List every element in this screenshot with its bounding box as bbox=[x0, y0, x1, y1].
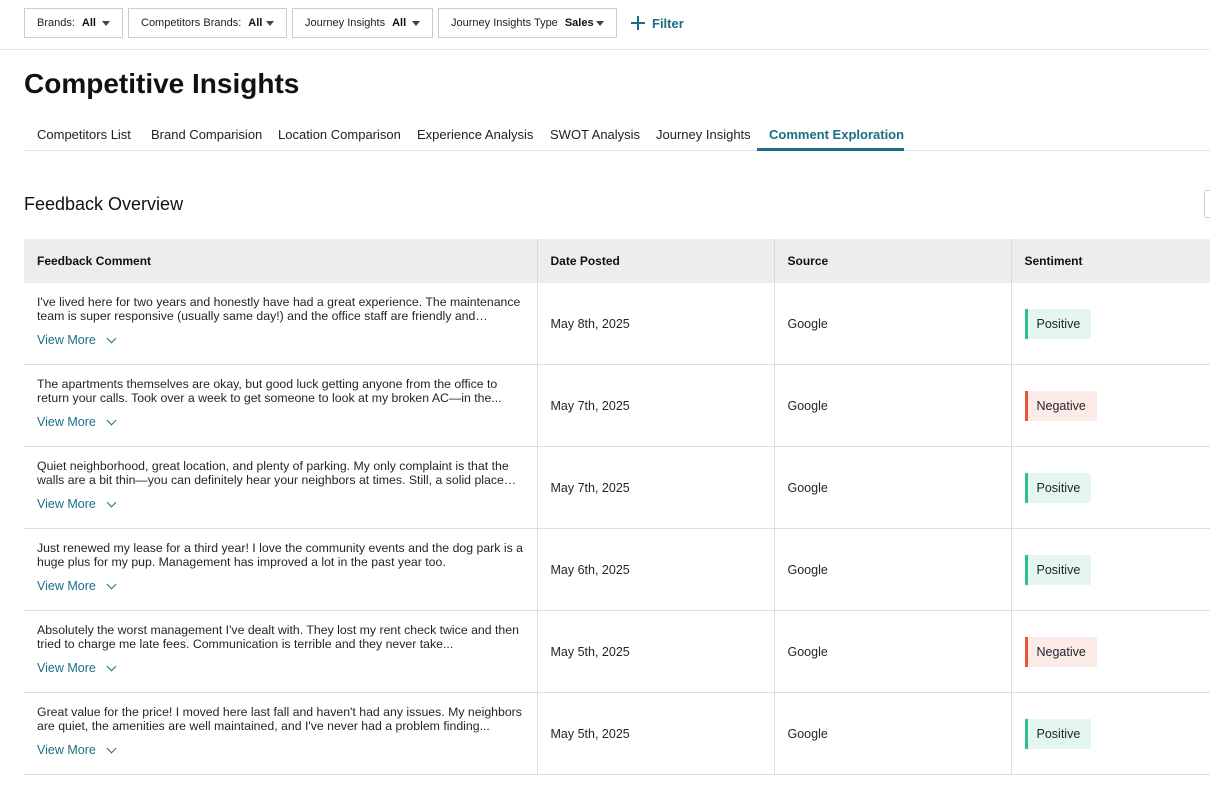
table-row: Quiet neighborhood, great location, and … bbox=[24, 446, 1210, 529]
journey-insights-type-filter-dropdown[interactable]: Journey Insights Type Sales bbox=[438, 8, 617, 38]
feedback-comment-text: The apartments themselves are okay, but … bbox=[37, 377, 502, 405]
chevron-down-icon bbox=[106, 743, 117, 753]
source-cell: Google bbox=[774, 610, 1012, 693]
date-posted-cell: May 7th, 2025 bbox=[537, 364, 775, 447]
source-cell: Google bbox=[774, 692, 1012, 775]
date-posted-cell: May 8th, 2025 bbox=[537, 283, 775, 365]
tab-swot-analysis[interactable]: SWOT Analysis bbox=[538, 121, 652, 151]
view-more-label: View More bbox=[37, 579, 96, 593]
table-row: I've lived here for two years and honest… bbox=[24, 283, 1210, 365]
export-button[interactable] bbox=[1204, 190, 1210, 218]
filter-label: Competitors Brands: bbox=[141, 17, 242, 29]
table-row: The apartments themselves are okay, but … bbox=[24, 364, 1210, 447]
add-filter-button[interactable]: Filter bbox=[631, 13, 684, 33]
sentiment-cell: Positive bbox=[1011, 446, 1210, 529]
sentiment-cell: Positive bbox=[1011, 528, 1210, 611]
table-row: Absolutely the worst management I've dea… bbox=[24, 610, 1210, 693]
source-cell: Google bbox=[774, 446, 1012, 529]
chevron-down-icon bbox=[106, 333, 117, 343]
date-posted-cell: May 6th, 2025 bbox=[537, 528, 775, 611]
sentiment-badge: Negative bbox=[1024, 636, 1097, 667]
view-more-label: View More bbox=[37, 333, 96, 347]
comment-cell: Quiet neighborhood, great location, and … bbox=[24, 446, 538, 529]
section-title: Feedback Overview bbox=[24, 194, 184, 214]
feedback-comment-text: Great value for the price! I moved here … bbox=[37, 705, 522, 733]
caret-down-icon bbox=[266, 20, 274, 26]
filter-value: All bbox=[248, 17, 263, 29]
caret-down-icon bbox=[102, 20, 110, 26]
feedback-comment-text: Just renewed my lease for a third year! … bbox=[37, 541, 523, 569]
sentiment-cell: Positive bbox=[1011, 692, 1210, 775]
tab-comment-exploration[interactable]: Comment Exploration bbox=[757, 121, 904, 151]
caret-down-icon bbox=[412, 20, 420, 26]
view-more-button[interactable]: View More bbox=[37, 579, 117, 593]
sentiment-cell: Negative bbox=[1011, 610, 1210, 693]
view-more-button[interactable]: View More bbox=[37, 497, 117, 511]
comment-cell: Just renewed my lease for a third year! … bbox=[24, 528, 538, 611]
caret-down-icon bbox=[596, 20, 604, 26]
comment-cell: Great value for the price! I moved here … bbox=[24, 692, 538, 775]
comment-cell: The apartments themselves are okay, but … bbox=[24, 364, 538, 447]
sentiment-cell: Positive bbox=[1011, 283, 1210, 365]
tab-bar: Competitors List Brand Comparision Locat… bbox=[24, 121, 1210, 151]
chevron-down-icon bbox=[106, 661, 117, 671]
sentiment-badge: Positive bbox=[1024, 554, 1092, 585]
feedback-comment-text: I've lived here for two years and honest… bbox=[37, 295, 521, 323]
view-more-button[interactable]: View More bbox=[37, 743, 117, 757]
add-filter-label: Filter bbox=[652, 15, 684, 31]
sentiment-badge: Positive bbox=[1024, 308, 1092, 339]
comment-cell: Absolutely the worst management I've dea… bbox=[24, 610, 538, 693]
filter-value: All bbox=[392, 17, 407, 29]
filter-label: Journey Insights bbox=[305, 17, 386, 29]
sentiment-badge: Positive bbox=[1024, 718, 1092, 749]
tab-location-comparison[interactable]: Location Comparison bbox=[266, 121, 413, 151]
column-header-sentiment[interactable]: Sentiment bbox=[1011, 239, 1210, 283]
view-more-button[interactable]: View More bbox=[37, 333, 117, 347]
feedback-comment-text: Absolutely the worst management I've dea… bbox=[37, 623, 519, 651]
tab-journey-insights[interactable]: Journey Insights bbox=[644, 121, 763, 151]
chevron-down-icon bbox=[106, 415, 117, 425]
date-posted-cell: May 7th, 2025 bbox=[537, 446, 775, 529]
filter-value: Sales bbox=[564, 17, 594, 29]
view-more-button[interactable]: View More bbox=[37, 661, 117, 675]
journey-insights-filter-dropdown[interactable]: Journey Insights All bbox=[292, 8, 433, 38]
source-cell: Google bbox=[774, 283, 1012, 365]
page-title: Competitive Insights bbox=[24, 68, 300, 99]
view-more-button[interactable]: View More bbox=[37, 415, 117, 429]
chevron-down-icon bbox=[106, 579, 117, 589]
brands-filter-dropdown[interactable]: Brands: All bbox=[24, 8, 123, 38]
sentiment-cell: Negative bbox=[1011, 364, 1210, 447]
source-cell: Google bbox=[774, 528, 1012, 611]
filter-label: Journey Insights Type bbox=[451, 17, 558, 29]
view-more-label: View More bbox=[37, 497, 96, 511]
view-more-label: View More bbox=[37, 415, 96, 429]
plus-icon bbox=[631, 16, 645, 30]
column-header-source[interactable]: Source bbox=[774, 239, 1012, 283]
tab-competitors-list[interactable]: Competitors List bbox=[25, 121, 143, 151]
view-more-label: View More bbox=[37, 661, 96, 675]
source-cell: Google bbox=[774, 364, 1012, 447]
column-header-date-posted[interactable]: Date Posted bbox=[537, 239, 775, 283]
table-header-row: Feedback Comment Date Posted Source Sent… bbox=[24, 239, 1210, 283]
tab-brand-comparision[interactable]: Brand Comparision bbox=[139, 121, 274, 151]
filter-value: All bbox=[81, 17, 96, 29]
chevron-down-icon bbox=[106, 497, 117, 507]
sentiment-badge: Negative bbox=[1024, 390, 1097, 421]
sentiment-badge: Positive bbox=[1024, 472, 1092, 503]
feedback-table: Feedback Comment Date Posted Source Sent… bbox=[24, 239, 1210, 775]
table-row: Just renewed my lease for a third year! … bbox=[24, 528, 1210, 611]
filter-bar: Brands: All Competitors Brands: All Jour… bbox=[0, 0, 1210, 50]
tab-experience-analysis[interactable]: Experience Analysis bbox=[405, 121, 545, 151]
column-header-feedback-comment[interactable]: Feedback Comment bbox=[24, 239, 538, 283]
table-row: Great value for the price! I moved here … bbox=[24, 692, 1210, 775]
competitors-brands-filter-dropdown[interactable]: Competitors Brands: All bbox=[128, 8, 287, 38]
comment-cell: I've lived here for two years and honest… bbox=[24, 283, 538, 365]
filter-label: Brands: bbox=[37, 17, 75, 29]
date-posted-cell: May 5th, 2025 bbox=[537, 610, 775, 693]
date-posted-cell: May 5th, 2025 bbox=[537, 692, 775, 775]
feedback-comment-text: Quiet neighborhood, great location, and … bbox=[37, 459, 509, 487]
view-more-label: View More bbox=[37, 743, 96, 757]
